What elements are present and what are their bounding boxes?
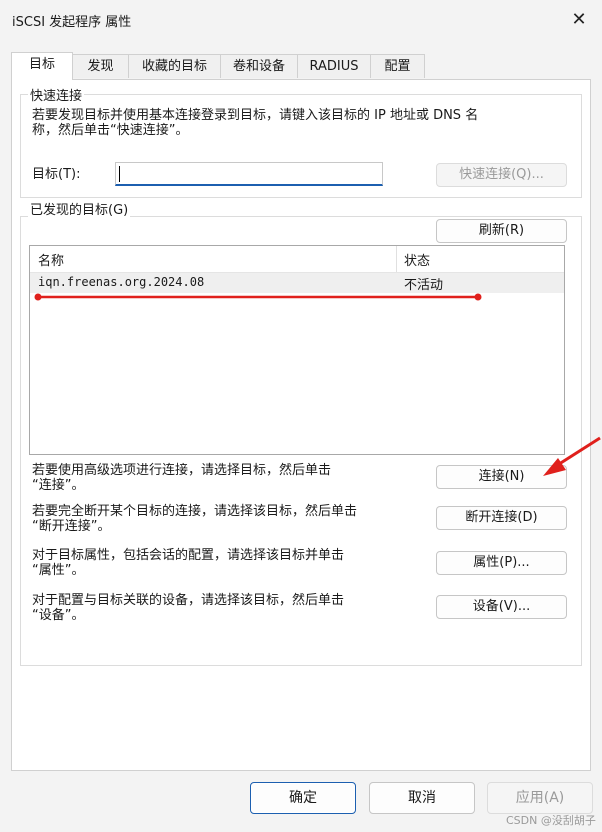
- ok-button[interactable]: 确定: [250, 782, 356, 814]
- cancel-button[interactable]: 取消: [369, 782, 475, 814]
- apply-button[interactable]: 应用(A): [487, 782, 593, 814]
- watermark: CSDN @没刮胡子: [506, 814, 596, 827]
- annotation-underline: [34, 293, 482, 301]
- annotation-arrow-icon: [543, 436, 601, 476]
- annotation-overlay: [34, 293, 601, 476]
- tab-targets[interactable]: 目标: [11, 52, 73, 80]
